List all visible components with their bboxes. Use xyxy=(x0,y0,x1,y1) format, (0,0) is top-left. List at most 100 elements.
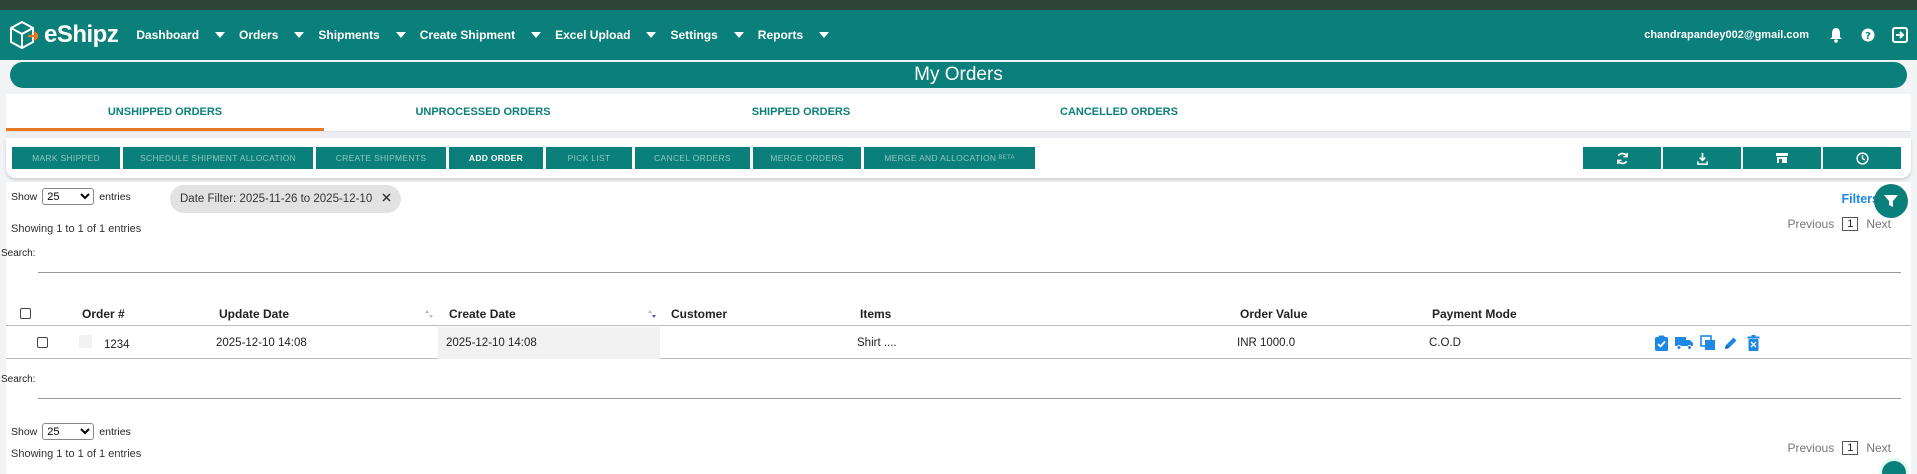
nav-right-group: chandrapandey002@gmail.com ? xyxy=(1644,10,1909,60)
history-button[interactable] xyxy=(1823,147,1901,169)
page-length-select[interactable]: 25 xyxy=(42,423,95,440)
entries-label: entries xyxy=(99,425,131,438)
schedule-shipment-allocation-button[interactable]: SCHEDULE SHIPMENT ALLOCATION xyxy=(123,147,313,169)
date-filter-chip: Date Filter: 2025-11-26 to 2025-12-10 xyxy=(170,185,402,213)
col-payment-mode[interactable]: Payment Mode xyxy=(1432,307,1517,321)
col-create-date[interactable]: Create Date xyxy=(449,307,516,321)
clipboard-check-icon[interactable] xyxy=(1652,334,1671,352)
copy-icon[interactable] xyxy=(1698,334,1717,352)
search-label-bottom: Search: xyxy=(1,374,36,385)
mark-shipped-button[interactable]: MARK SHIPPED xyxy=(12,147,120,169)
edit-icon[interactable] xyxy=(1721,334,1740,352)
pick-list-button[interactable]: PICK LIST xyxy=(546,147,632,169)
table-info-top: Showing 1 to 1 of 1 entries xyxy=(11,223,142,235)
cell-order[interactable]: 1234 xyxy=(104,339,130,351)
merge-and-allocation-label: MERGE AND ALLOCATION xyxy=(884,153,997,163)
date-filter-text: Date Filter: 2025-11-26 to 2025-12-10 xyxy=(180,193,373,205)
nav-settings-label: Settings xyxy=(670,28,718,42)
tab-unshipped-orders[interactable]: UNSHIPPED ORDERS xyxy=(6,94,324,131)
bell-icon[interactable] xyxy=(1827,26,1845,44)
product-thumbnail xyxy=(79,335,92,348)
next-button[interactable]: Next xyxy=(1866,217,1891,231)
col-items[interactable]: Items xyxy=(860,307,891,321)
nav-settings[interactable]: Settings xyxy=(670,28,744,42)
table-header: Order # Update Date Create Date Customer… xyxy=(6,302,1911,326)
chevron-down-icon[interactable] xyxy=(395,32,406,38)
col-update-date[interactable]: Update Date xyxy=(219,307,289,321)
col-order[interactable]: Order # xyxy=(82,307,125,321)
page-number-button[interactable]: 1 xyxy=(1842,441,1859,455)
browser-top-strip xyxy=(0,0,1917,10)
previous-button[interactable]: Previous xyxy=(1788,441,1835,455)
nav-shipments-label: Shipments xyxy=(318,28,380,42)
create-shipments-button[interactable]: CREATE SHIPMENTS xyxy=(316,147,446,169)
brand-logo[interactable]: eShipz xyxy=(8,18,119,52)
orders-toolbar: MARK SHIPPED SCHEDULE SHIPMENT ALLOCATIO… xyxy=(6,138,1911,178)
tab-cancelled-orders[interactable]: CANCELLED ORDERS xyxy=(960,94,1278,131)
merge-and-allocation-button[interactable]: MERGE AND ALLOCATION BETA xyxy=(864,147,1035,169)
store-icon xyxy=(1776,153,1788,163)
truck-icon[interactable] xyxy=(1675,334,1694,352)
nav-create-shipment[interactable]: Create Shipment xyxy=(419,28,542,42)
nav-reports-label: Reports xyxy=(757,28,804,42)
chat-widget-icon[interactable] xyxy=(1879,458,1909,474)
cancel-orders-button[interactable]: CANCEL ORDERS xyxy=(635,147,750,169)
search-input-bottom[interactable] xyxy=(38,398,1901,399)
close-icon[interactable] xyxy=(382,193,391,205)
col-order-value[interactable]: Order Value xyxy=(1240,307,1307,321)
entries-label: entries xyxy=(99,190,131,203)
nav-excel-upload[interactable]: Excel Upload xyxy=(555,28,657,42)
table-row[interactable]: 1234 2025-12-10 14:08 2025-12-10 14:08 S… xyxy=(6,327,1911,359)
refresh-button[interactable] xyxy=(1583,147,1661,169)
nav-excel-upload-label: Excel Upload xyxy=(555,28,631,42)
chevron-down-icon[interactable] xyxy=(646,32,657,38)
search-label-top: Search: xyxy=(1,248,36,259)
logout-icon[interactable] xyxy=(1891,26,1909,44)
merge-orders-button[interactable]: MERGE ORDERS xyxy=(753,147,861,169)
clock-icon xyxy=(1855,151,1869,165)
nav-reports[interactable]: Reports xyxy=(757,28,830,42)
show-label: Show xyxy=(11,190,38,203)
sort-desc-icon[interactable] xyxy=(646,309,658,319)
select-all-checkbox[interactable] xyxy=(20,308,31,319)
search-input-top[interactable] xyxy=(38,272,1901,273)
toolbar-right-actions xyxy=(1583,147,1901,169)
row-actions xyxy=(1652,334,1763,352)
delete-icon[interactable] xyxy=(1744,334,1763,352)
cell-order-value: INR 1000.0 xyxy=(1237,337,1296,349)
download-button[interactable] xyxy=(1663,147,1741,169)
chevron-down-icon[interactable] xyxy=(733,32,744,38)
chevron-down-icon[interactable] xyxy=(531,32,542,38)
refresh-icon xyxy=(1616,152,1628,164)
nav-orders[interactable]: Orders xyxy=(239,28,305,42)
row-checkbox[interactable] xyxy=(37,337,48,348)
cell-update-date: 2025-12-10 14:08 xyxy=(216,337,307,349)
previous-button[interactable]: Previous xyxy=(1788,217,1835,231)
user-email[interactable]: chandrapandey002@gmail.com xyxy=(1644,29,1809,41)
page-length-select[interactable]: 25 xyxy=(42,188,95,205)
add-order-button[interactable]: ADD ORDER xyxy=(449,147,543,169)
nav-dashboard[interactable]: Dashboard xyxy=(136,28,226,42)
table-info-bottom: Showing 1 to 1 of 1 entries xyxy=(11,448,142,460)
col-customer[interactable]: Customer xyxy=(671,307,727,321)
chevron-down-icon[interactable] xyxy=(294,32,305,38)
sort-icon[interactable] xyxy=(423,309,435,319)
page-title: My Orders xyxy=(10,62,1907,88)
chevron-down-icon[interactable] xyxy=(215,32,226,38)
help-icon[interactable]: ? xyxy=(1859,26,1877,44)
brand-name: eShipz xyxy=(44,21,119,48)
top-navbar: eShipz Dashboard Orders Shipments Create… xyxy=(0,10,1917,60)
filter-button[interactable] xyxy=(1874,184,1908,218)
show-label: Show xyxy=(11,425,38,438)
chevron-down-icon[interactable] xyxy=(819,32,830,38)
pagination-bottom: Previous 1 Next xyxy=(1788,441,1891,455)
next-button[interactable]: Next xyxy=(1866,441,1891,455)
order-tabs: UNSHIPPED ORDERS UNPROCESSED ORDERS SHIP… xyxy=(6,94,1911,132)
nav-create-shipment-label: Create Shipment xyxy=(419,28,516,42)
nav-shipments[interactable]: Shipments xyxy=(318,28,406,42)
tab-shipped-orders[interactable]: SHIPPED ORDERS xyxy=(642,94,960,131)
tab-unprocessed-orders[interactable]: UNPROCESSED ORDERS xyxy=(324,94,642,131)
cell-create-date: 2025-12-10 14:08 xyxy=(446,337,537,349)
store-button[interactable] xyxy=(1743,147,1821,169)
page-number-button[interactable]: 1 xyxy=(1842,217,1859,231)
